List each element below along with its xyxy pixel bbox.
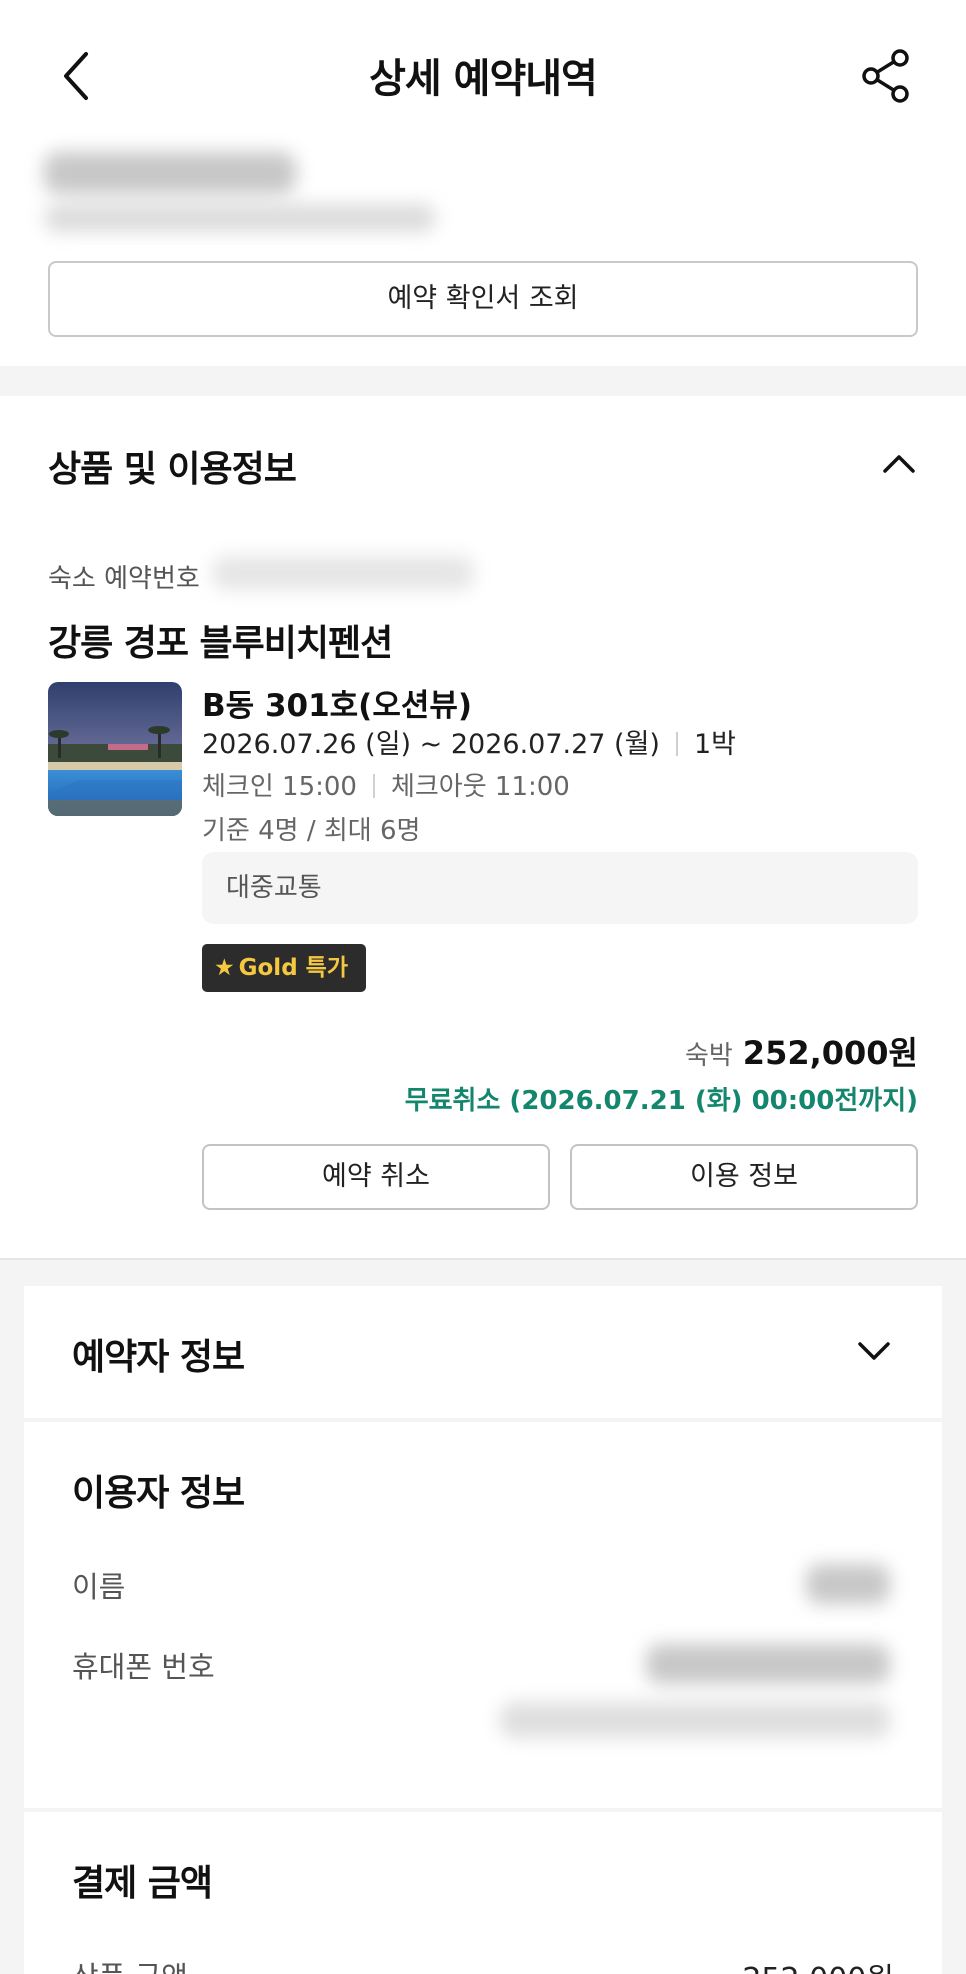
guest-name-label: 이름 [72,1570,126,1604]
badge-brand: Gold [238,955,298,981]
stay-date-range: 2026.07.26 (일) ~ 2026.07.27 (월) [202,729,660,760]
guest-section-title: 이용자 정보 [72,1473,245,1514]
reservation-number-label: 숙소 예약번호 [48,564,200,594]
usage-info-button[interactable]: 이용 정보 [570,1144,918,1210]
room-thumbnail[interactable] [48,682,182,816]
cancel-reservation-button[interactable]: 예약 취소 [202,1144,550,1210]
redacted-reservation-date [44,204,436,232]
price-label: 숙박 [684,1041,733,1071]
guest-info-card: 이용자 정보 이름 휴대폰 번호 [24,1422,942,1808]
product-section-title: 상품 및 이용정보 [48,449,297,490]
room-capacity: 기준 4명 / 최대 6명 [202,816,421,846]
stay-dates: 2026.07.26 (일) ~ 2026.07.27 (월) 1박 [202,722,736,761]
transport-info-box: 대중교통 [202,852,918,924]
check-out-time: 체크아웃 11:00 [390,772,570,802]
share-button[interactable] [860,48,912,104]
booker-section-title: 예약자 정보 [72,1337,245,1378]
payment-info-card: 결제 금액 상품 금액 252,000원 [24,1812,942,1974]
view-confirmation-button[interactable]: 예약 확인서 조회 [48,261,918,337]
star-icon: ★ [214,955,235,981]
separator [372,774,375,798]
expand-booker-section-button[interactable] [854,1338,894,1366]
top-navigation-bar: 상세 예약내역 [0,0,966,150]
nights-count: 1박 [693,729,736,760]
price-row: 숙박 252,000원 [685,1028,918,1074]
free-cancellation-notice: 무료취소 (2026.07.21 (화) 00:00전까지) [404,1086,918,1116]
chevron-down-icon [858,1342,890,1360]
badge-text: 특가 [305,955,348,981]
share-icon [862,49,909,103]
separator [675,732,678,756]
page-title: 상세 예약내역 [369,56,598,102]
booker-info-card[interactable]: 예약자 정보 [24,1286,942,1418]
pool-photo-image [48,682,182,816]
product-amount-value: 252,000원 [742,1954,894,1974]
redacted-phone-note [500,1702,890,1738]
collapse-product-section-button[interactable] [879,449,919,477]
redacted-reservation-status [44,152,296,194]
redacted-guest-name [806,1564,890,1604]
property-name: 강릉 경포 블루비치펜션 [48,623,393,664]
chevron-up-icon [883,455,915,473]
guest-phone-label: 휴대폰 번호 [72,1650,215,1684]
redacted-guest-phone [646,1644,890,1684]
redacted-reservation-number [212,556,474,590]
section-divider [0,366,966,396]
price-value: 252,000원 [742,1034,918,1072]
room-name: B동 301호(오션뷰) [202,688,473,724]
payment-section-title: 결제 금액 [72,1863,213,1904]
product-amount-label: 상품 금액 [72,1954,188,1974]
check-in-out-times: 체크인 15:00 체크아웃 11:00 [202,766,570,803]
check-in-time: 체크인 15:00 [202,772,357,802]
gold-deal-badge: ★ Gold 특가 [202,944,366,992]
